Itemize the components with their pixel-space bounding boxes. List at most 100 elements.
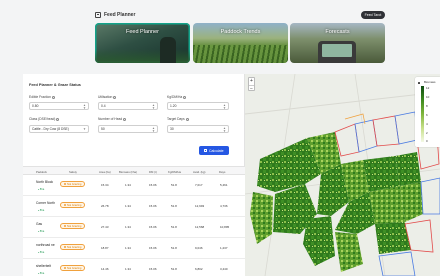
chevron-down-icon[interactable]: ▼ <box>83 128 86 131</box>
biomass-cell: 1.34 <box>125 225 131 229</box>
tile-forecasts[interactable]: Forecasts <box>290 23 385 63</box>
paddock-size: 8ha <box>38 209 44 212</box>
paddock-outline[interactable] <box>372 115 400 147</box>
avail-cell: 7,017 <box>195 183 203 187</box>
paddock-outline[interactable] <box>394 111 418 145</box>
legend-tick: 8 <box>426 104 428 108</box>
avail-cell: 12,993 <box>195 204 205 208</box>
legend-title: Biomass <box>424 80 436 84</box>
target-days-label: Target Days <box>167 117 189 121</box>
column-header[interactable]: Area (ha) <box>99 170 111 174</box>
info-icon[interactable] <box>123 117 127 121</box>
legend-tick: 10 <box>426 95 430 99</box>
kg-dm-ha-cell: 51.8 <box>171 225 177 229</box>
target-days-field[interactable]: 30 ▲ ▼ <box>167 125 229 133</box>
avail-cell: 6,802 <box>195 267 203 271</box>
info-icon[interactable] <box>52 95 55 99</box>
stepper-icon[interactable]: ▲ ▼ <box>152 104 155 110</box>
column-header[interactable]: Paddock <box>36 170 47 174</box>
days-cell: 1,237 <box>220 246 228 250</box>
class-label: Class (DSE/head) <box>29 117 60 121</box>
tile-label: Feed Planner <box>125 29 160 35</box>
stepper-icon[interactable]: ▲ ▼ <box>223 104 226 110</box>
legend-dot <box>418 82 420 84</box>
biomass-cell: 1.34 <box>125 267 131 271</box>
page-title: Feed Planner <box>104 12 136 18</box>
calculate-button[interactable]: Calculate <box>199 146 229 155</box>
paddock-size: 8ha <box>38 188 44 191</box>
column-header[interactable]: Safety <box>69 170 77 174</box>
status-badge: Not Grazing <box>60 244 86 250</box>
column-header[interactable]: Biomass (t/ha) <box>119 170 137 174</box>
paddock-name: Gas <box>36 222 43 226</box>
edible-fraction-field[interactable]: 0.80 ▲ ▼ <box>29 102 89 110</box>
paddock-size: 8ha <box>38 272 44 275</box>
zoom-out-button[interactable]: − <box>249 85 254 92</box>
avail-cell: 12,568 <box>195 225 205 229</box>
info-icon[interactable] <box>185 117 189 121</box>
legend-tick: 12 <box>426 86 430 90</box>
feed-planner-page: Feed Planner Feed Tarot Feed Planner Pad… <box>0 0 440 276</box>
dm-cell: 15.06 <box>149 225 157 229</box>
paddock-name: North Block <box>36 180 54 184</box>
utilisation-field[interactable]: 0.4 ▲ ▼ <box>98 102 158 110</box>
tile-feed-planner[interactable]: Feed Planner <box>95 23 190 63</box>
info-icon[interactable] <box>56 117 60 121</box>
column-header[interactable]: Days <box>219 170 225 174</box>
info-icon[interactable] <box>183 95 187 99</box>
area-cell: 15.34 <box>101 183 109 187</box>
tile-paddock-trends[interactable]: Paddock Trends <box>193 23 288 63</box>
dm-cell: 15.06 <box>149 246 157 250</box>
table-row[interactable]: northroad ne 8ha Not Grazing 18.87 1.34 … <box>23 238 245 259</box>
legend-color-scale <box>421 86 424 142</box>
days-cell: 10,895 <box>220 225 230 229</box>
dm-cell: 15.06 <box>149 267 157 271</box>
utilisation-label: Utilisation <box>98 95 117 99</box>
column-header[interactable]: Kg/DM/Ha <box>168 170 181 174</box>
number-of-head-field[interactable]: 50 ▲ ▼ <box>98 125 158 133</box>
status-badge: Not Grazing <box>60 202 86 208</box>
stepper-icon[interactable]: ▲ ▼ <box>83 104 86 110</box>
table-row[interactable]: Gas 8ha Not Grazing 27.43 1.34 15.06 51.… <box>23 217 245 238</box>
paddock-polygon[interactable] <box>363 156 400 192</box>
table-row[interactable]: North Block 8ha Not Grazing 15.34 1.34 1… <box>23 175 245 196</box>
info-icon[interactable] <box>113 95 117 99</box>
paddock-size: 8ha <box>38 251 44 254</box>
area-cell: 14.46 <box>101 267 109 271</box>
avail-cell: 9,046 <box>195 246 203 250</box>
biomass-cell: 1.34 <box>125 246 131 250</box>
paddock-polygon[interactable] <box>335 232 363 272</box>
table-row[interactable]: Corner North 8ha Not Grazing 26.78 1.34 … <box>23 196 245 217</box>
paddock-outline[interactable] <box>420 177 440 215</box>
paddock-polygon[interactable] <box>303 216 335 266</box>
kg-dm-ha-field[interactable]: 1.20 ▲ ▼ <box>167 102 229 110</box>
biomass-legend: Biomass 12 10 8 6 4 2 0 <box>415 77 440 147</box>
biomass-cell: 1.34 <box>125 183 131 187</box>
header-action-button[interactable]: Feed Tarot <box>361 11 385 19</box>
legend-tick: 4 <box>426 122 428 126</box>
status-badge: Not Grazing <box>60 181 86 187</box>
calculator-icon <box>204 148 208 153</box>
column-header[interactable]: Avail. (kg) <box>193 170 205 174</box>
area-cell: 18.87 <box>101 246 109 250</box>
tile-label: Forecasts <box>325 29 350 35</box>
paddock-name: northroad ne <box>36 243 55 247</box>
stepper-icon[interactable]: ▲ ▼ <box>223 127 226 133</box>
tile-image-figure <box>160 37 176 63</box>
table-row[interactable]: shellerbelt 8ha Not Grazing 14.46 1.34 1… <box>23 259 245 276</box>
biomass-cell: 1.34 <box>125 204 131 208</box>
paddock-polygon[interactable] <box>250 192 273 244</box>
page-header: Feed Planner <box>95 12 135 18</box>
status-badge: Not Grazing <box>60 265 86 271</box>
class-select[interactable]: Cattle - Dry Cow (8 DSE) ▼ <box>29 125 89 133</box>
stepper-icon[interactable]: ▲ ▼ <box>152 127 155 133</box>
number-of-head-label: Number of Head <box>98 117 127 121</box>
days-cell: 4,736 <box>220 204 228 208</box>
column-header[interactable]: DM (t) <box>149 170 157 174</box>
tile-image-screen <box>322 44 352 57</box>
paddock-polygon[interactable] <box>369 186 405 224</box>
kg-dm-ha-cell: 51.8 <box>171 267 177 271</box>
zoom-in-button[interactable]: + <box>249 78 254 85</box>
map-canvas[interactable] <box>245 74 440 276</box>
paddock-map[interactable] <box>245 74 440 276</box>
